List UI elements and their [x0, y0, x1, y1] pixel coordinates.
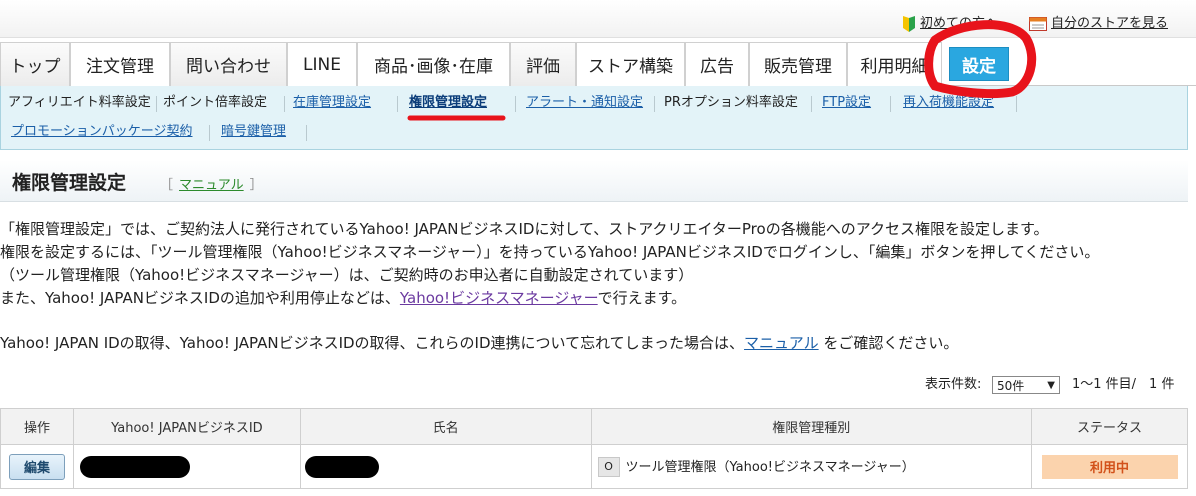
beginner-guide-label: 初めての方へ	[920, 16, 999, 31]
tab-label: 設定	[962, 56, 996, 77]
subnav-divider	[890, 96, 891, 112]
description-line: Yahoo! JAPAN IDの取得、Yahoo! JAPANビジネスIDの取得…	[0, 332, 958, 353]
subnav-permissions[interactable]: 権限管理設定	[409, 94, 487, 112]
subnav-encryption-key[interactable]: 暗号鍵管理	[221, 123, 286, 141]
subnav-divider	[209, 125, 210, 141]
storefront-icon	[1029, 16, 1047, 31]
manual-link-inline[interactable]: マニュアル	[744, 334, 819, 352]
tab-label: 販売管理	[764, 57, 832, 77]
description-text: Yahoo! JAPAN IDの取得、Yahoo! JAPANビジネスIDの取得…	[0, 334, 745, 352]
per-page-value: 50件	[997, 378, 1025, 393]
description-line: 「権限管理設定」では、ご契約法人に発行されているYahoo! JAPANビジネス…	[0, 220, 1049, 238]
subnav-divider	[306, 125, 307, 141]
tab-ads[interactable]: 広告	[685, 42, 749, 86]
beginner-guide-link[interactable]: 初めての方へ	[902, 12, 998, 32]
description-text: をご確認ください。	[823, 334, 959, 352]
chevron-down-icon: ▼	[1047, 380, 1055, 391]
description-text: で行えます。	[597, 289, 687, 307]
status-cell: 利用中	[1031, 444, 1188, 489]
description-text: また、Yahoo! JAPANビジネスIDの追加や利用停止などは、	[0, 289, 400, 307]
subnav-promotion-package[interactable]: プロモーションパッケージ契約	[11, 123, 192, 141]
tab-store-build[interactable]: ストア構築	[576, 42, 685, 86]
settings-subnav: アフィリエイト料率設定 ポイント倍率設定 在庫管理設定 権限管理設定 アラート・…	[0, 86, 1188, 150]
beginner-mark-icon	[903, 15, 915, 32]
bracket-open: ［	[160, 178, 174, 193]
bracket-close: ］	[249, 178, 263, 193]
subnav-divider	[284, 96, 285, 112]
utility-bar: 初めての方へ 自分のストアを見る	[0, 0, 1196, 38]
column-header-status: ステータス	[1031, 408, 1188, 445]
main-tabs: トップ 注文管理 問い合わせ LINE 商品･画像･在庫 評価 ストア構築 広告…	[0, 42, 1196, 86]
tab-billing[interactable]: 利用明細	[847, 42, 942, 86]
subnav-ftp[interactable]: FTP設定	[822, 94, 871, 112]
tab-label: 評価	[526, 57, 560, 77]
subnav-divider	[397, 96, 398, 112]
page-header: 権限管理設定 ［ マニュアル ］	[0, 160, 1188, 202]
column-header-permission-type: 権限管理種別	[590, 408, 1033, 445]
name-cell	[299, 444, 592, 489]
tab-label: ストア構築	[588, 57, 673, 77]
subnav-restock[interactable]: 再入荷機能設定	[903, 94, 994, 112]
description-line: （ツール管理権限（Yahoo!ビジネスマネージャー）は、ご契約時のお申込者に自動…	[0, 266, 694, 284]
tab-top[interactable]: トップ	[0, 42, 70, 86]
business-manager-link[interactable]: Yahoo!ビジネスマネージャー	[400, 289, 598, 307]
permissions-table: 操作 Yahoo! JAPANビジネスID 氏名 権限管理種別 ステータス 編集…	[0, 408, 1188, 489]
tab-inquiries[interactable]: 問い合わせ	[170, 42, 287, 86]
tab-label: LINE	[303, 54, 341, 75]
tab-label: トップ	[9, 57, 61, 77]
redacted-business-id	[79, 455, 190, 478]
status-badge: 利用中	[1041, 454, 1178, 479]
column-header-name: 氏名	[299, 408, 592, 445]
subnav-alerts[interactable]: アラート・通知設定	[526, 94, 643, 112]
subnav-divider	[515, 96, 516, 112]
manual-link[interactable]: マニュアル	[179, 178, 244, 193]
column-header-action: 操作	[0, 408, 74, 445]
business-id-cell	[72, 444, 301, 489]
subnav-inventory[interactable]: 在庫管理設定	[293, 94, 371, 112]
subnav-divider	[811, 96, 812, 112]
permission-type-cell: O ツール管理権限（Yahoo!ビジネスマネージャー）	[590, 444, 1033, 489]
manual-bracket: ［ マニュアル ］	[160, 174, 263, 193]
permission-label: ツール管理権限（Yahoo!ビジネスマネージャー）	[625, 459, 915, 475]
view-store-link[interactable]: 自分のストアを見る	[1029, 12, 1168, 31]
subnav-affiliate-rate[interactable]: アフィリエイト料率設定	[8, 94, 151, 112]
subnav-pr-option[interactable]: PRオプション料率設定	[664, 94, 798, 112]
tab-products[interactable]: 商品･画像･在庫	[357, 42, 510, 86]
column-header-business-id: Yahoo! JAPANビジネスID	[72, 408, 301, 445]
view-store-label: 自分のストアを見る	[1051, 16, 1169, 31]
tab-line[interactable]: LINE	[287, 42, 357, 86]
tab-label: 問い合わせ	[186, 57, 271, 77]
permission-badge: O	[597, 457, 620, 478]
page-title: 権限管理設定	[12, 172, 127, 194]
edit-button[interactable]: 編集	[9, 453, 65, 480]
per-page-label: 表示件数:	[925, 377, 982, 392]
tab-label: 利用明細	[860, 57, 929, 77]
action-cell: 編集	[0, 444, 74, 489]
subnav-divider	[654, 96, 655, 112]
tab-sales[interactable]: 販売管理	[749, 42, 847, 86]
tab-orders[interactable]: 注文管理	[70, 42, 170, 86]
redacted-name	[304, 455, 379, 478]
tab-label: 広告	[700, 57, 734, 77]
table-row: 編集 O ツール管理権限（Yahoo!ビジネスマネージャー） 利用中	[0, 444, 1188, 489]
description-line: 権限を設定するには、「ツール管理権限（Yahoo!ビジネスマネージャー）」を持っ…	[0, 243, 1100, 261]
subnav-point-rate[interactable]: ポイント倍率設定	[163, 94, 267, 112]
tab-settings[interactable]: 設定	[949, 47, 1009, 81]
subnav-divider	[1016, 96, 1017, 112]
description-line: また、Yahoo! JAPANビジネスIDの追加や利用停止などは、Yahoo!ビ…	[0, 287, 686, 308]
table-header-row: 操作 Yahoo! JAPANビジネスID 氏名 権限管理種別 ステータス	[0, 408, 1188, 445]
result-range: 1～1 件目/ 1 件	[1072, 377, 1175, 392]
tab-label: 商品･画像･在庫	[374, 57, 493, 77]
tab-label: 注文管理	[86, 57, 154, 77]
per-page-select[interactable]: 50件 ▼	[992, 376, 1060, 394]
tab-reviews[interactable]: 評価	[510, 42, 576, 86]
subnav-divider	[156, 96, 157, 112]
